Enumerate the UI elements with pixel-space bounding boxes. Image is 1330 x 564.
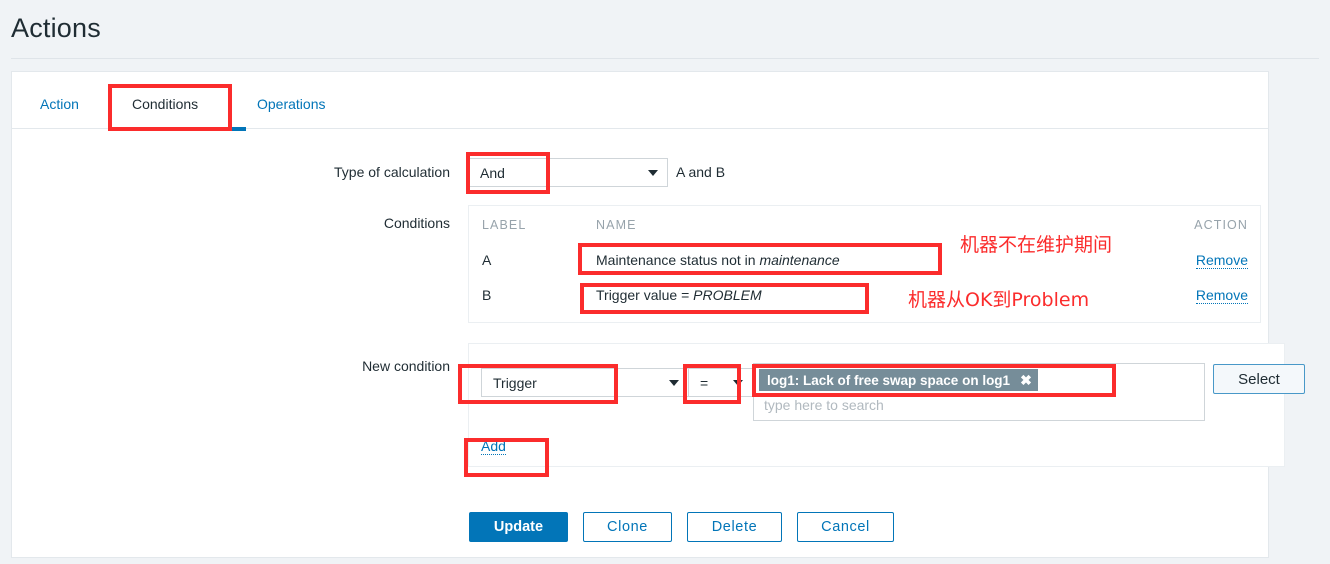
conditions-col-action: ACTION: [1194, 218, 1248, 232]
tab-conditions[interactable]: Conditions: [130, 92, 200, 116]
conditions-col-name: NAME: [596, 218, 637, 232]
condition-b-name-italic: PROBLEM: [693, 287, 762, 303]
page-header: Actions: [0, 0, 1330, 58]
conditions-label: Conditions: [383, 215, 450, 231]
tab-operations[interactable]: Operations: [255, 92, 327, 116]
annotation-note-a: 机器不在维护期间: [960, 234, 1113, 256]
table-row-name-a: Maintenance status not in maintenance: [596, 252, 840, 268]
new-condition-type-value: Trigger: [493, 374, 537, 391]
clone-button[interactable]: Clone: [583, 512, 672, 542]
tab-bar: Action Conditions Operations: [11, 71, 1269, 131]
new-condition-label: New condition: [362, 358, 450, 374]
table-row-name-b: Trigger value = PROBLEM: [596, 287, 762, 303]
table-row-label-a: A: [482, 252, 492, 268]
condition-b-name: Trigger value =: [596, 287, 694, 303]
new-condition-type-select[interactable]: Trigger: [481, 368, 689, 397]
condition-a-name-italic: maintenance: [759, 252, 840, 268]
selected-trigger-tag[interactable]: log1: Lack of free swap space on log1 ✖: [759, 369, 1038, 391]
new-condition-operator-select[interactable]: =: [688, 368, 753, 397]
update-button[interactable]: Update: [469, 512, 568, 542]
remove-link-b[interactable]: Remove: [1195, 287, 1248, 304]
chevron-down-icon: [669, 379, 679, 386]
header-divider: [11, 58, 1319, 59]
cancel-button[interactable]: Cancel: [797, 512, 894, 542]
select-button[interactable]: Select: [1213, 364, 1305, 394]
trigger-multiselect[interactable]: log1: Lack of free swap space on log1 ✖ …: [753, 363, 1205, 421]
trigger-search-input[interactable]: type here to search: [764, 397, 884, 413]
active-tab-indicator: [122, 127, 246, 131]
new-condition-box: Trigger = log1: Lack of free swap space …: [468, 343, 1305, 467]
conditions-col-label: LABEL: [482, 218, 527, 232]
condition-a-name: Maintenance status not in: [596, 252, 760, 268]
conditions-table: LABEL NAME ACTION A Maintenance status n…: [468, 205, 1261, 323]
annotation-note-b: 机器从OK到Problem: [908, 289, 1090, 311]
page-title: Actions: [11, 13, 101, 43]
close-icon[interactable]: ✖: [1020, 373, 1032, 387]
chevron-down-icon: [648, 169, 658, 176]
tab-action[interactable]: Action: [38, 92, 81, 116]
type-of-calculation-value: And: [480, 164, 505, 181]
selected-trigger-label: log1: Lack of free swap space on log1: [767, 372, 1011, 388]
delete-button[interactable]: Delete: [687, 512, 782, 542]
remove-link-a[interactable]: Remove: [1195, 252, 1248, 269]
chevron-down-icon: [733, 379, 743, 386]
table-row-label-b: B: [482, 287, 492, 303]
page-root: Actions Action Conditions Operations Typ…: [0, 0, 1330, 564]
type-of-calculation-select[interactable]: And: [468, 158, 668, 187]
calculation-formula: A and B: [676, 164, 726, 180]
add-condition-link[interactable]: Add: [481, 438, 506, 455]
new-condition-operator-value: =: [700, 374, 709, 391]
type-of-calculation-label: Type of calculation: [334, 164, 450, 180]
